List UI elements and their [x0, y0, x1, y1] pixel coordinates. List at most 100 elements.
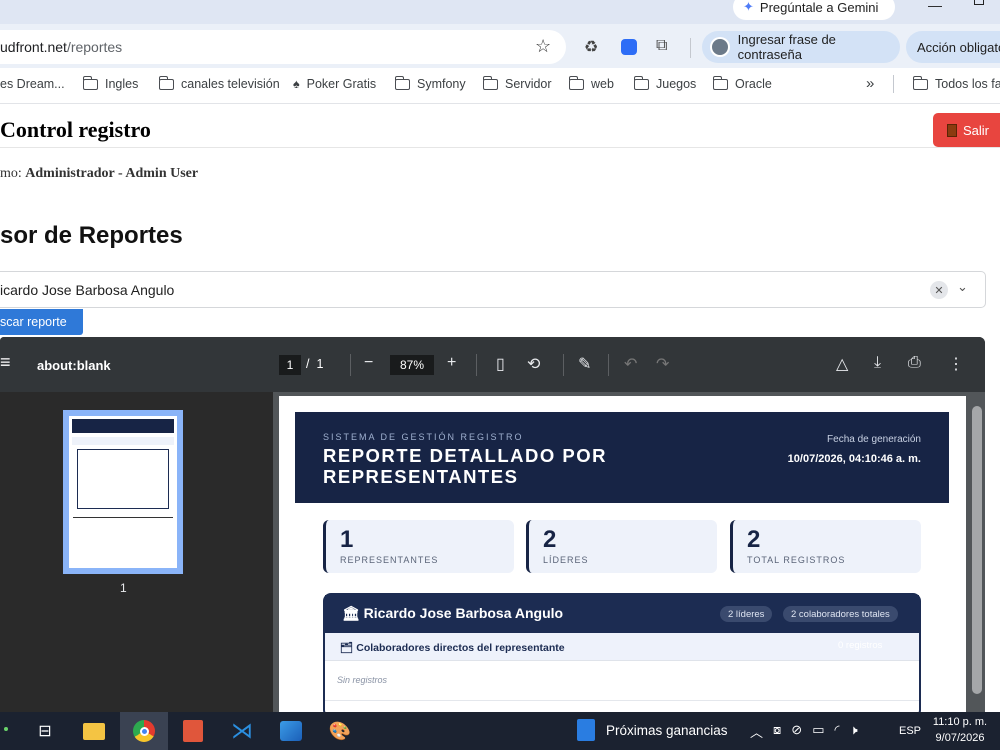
clock[interactable]: 11:10 p. m. 9/07/2026: [930, 714, 990, 746]
zoom-input[interactable]: 87%: [390, 355, 434, 375]
bookmark-folder[interactable]: Oracle: [712, 75, 772, 91]
print-icon[interactable]: ⎙: [908, 354, 921, 372]
news-icon[interactable]: [577, 719, 595, 741]
bookmark-item[interactable]: ♠ Poker Gratis: [293, 77, 376, 91]
card-title: 🏛 Ricardo Jose Barbosa Angulo: [342, 605, 563, 622]
folder-icon: [394, 75, 410, 90]
thumb-stats: [72, 437, 174, 445]
system-tray: ︿ ⧇ ⊘ ▭ ◜ 🕨: [750, 722, 858, 741]
folder-icon: [912, 75, 928, 90]
bookmark-folder[interactable]: Juegos: [633, 75, 696, 91]
more-icon[interactable]: ⋮: [948, 354, 964, 374]
toolbar-divider: [350, 354, 351, 376]
bookmark-star-icon[interactable]: ☆: [535, 36, 551, 57]
page-number-input[interactable]: 1: [279, 355, 301, 375]
select-value: icardo Jose Barbosa Angulo: [0, 282, 175, 298]
volume-icon[interactable]: 🕨: [850, 722, 858, 741]
folder-icon: [633, 75, 649, 90]
bookmark-folder[interactable]: Ingles: [82, 75, 139, 91]
rotate-icon[interactable]: ⟲: [527, 354, 540, 374]
action-label: Acción obligatoria: [917, 39, 1000, 55]
bank-icon: 🏛: [342, 605, 360, 621]
leaders-pill: 2 líderes: [720, 606, 773, 622]
mute-icon[interactable]: ⊘: [791, 722, 802, 741]
folder-icon: [158, 75, 174, 90]
bookmark-label: Oracle: [735, 77, 772, 91]
language-indicator[interactable]: ESP: [899, 725, 921, 737]
card-divider: [325, 700, 919, 701]
bookmark-item[interactable]: es Dream...: [0, 77, 65, 91]
page-title: Control registro: [0, 117, 151, 142]
scrollbar[interactable]: [972, 406, 982, 694]
wifi-icon[interactable]: ◜: [835, 722, 840, 741]
chrome-icon[interactable]: [129, 717, 159, 745]
restore-icon[interactable]: [974, 0, 984, 5]
annotate-icon[interactable]: ✎: [578, 354, 591, 374]
folder-icon: [482, 75, 498, 90]
bookmark-folder[interactable]: Symfony: [394, 75, 466, 91]
folder-icon: 🗂: [340, 642, 354, 654]
thumb-card: [77, 449, 169, 509]
gemini-label: Pregúntale a Gemini: [759, 0, 879, 15]
clear-icon[interactable]: ✕: [930, 281, 948, 299]
drive-icon[interactable]: △: [836, 354, 848, 374]
logout-button[interactable]: Salir: [933, 113, 1000, 147]
minimize-icon[interactable]: —: [928, 0, 942, 13]
chevron-up-icon[interactable]: ︿: [750, 722, 763, 741]
bookmark-label: Todos los favoritos: [935, 77, 1000, 91]
bookmark-folder[interactable]: canales televisión: [158, 75, 280, 91]
bookmark-label: Ingles: [105, 77, 139, 91]
office-icon[interactable]: [178, 717, 208, 745]
download-icon[interactable]: ⤓: [874, 354, 881, 372]
undo-icon[interactable]: ↶: [624, 354, 637, 374]
redo-icon[interactable]: ↷: [656, 354, 669, 374]
stat-value: 1: [340, 526, 354, 553]
bookmark-folder-all[interactable]: Todos los favoritos: [912, 75, 1000, 91]
logout-label: Salir: [963, 122, 990, 138]
user-info: mo: Administrador - Admin User: [0, 166, 198, 182]
thumb-header: [72, 419, 174, 433]
photos-icon[interactable]: [276, 717, 306, 745]
fit-page-icon[interactable]: ▯: [496, 354, 505, 374]
gemini-button[interactable]: ✦ Pregúntale a Gemini: [733, 0, 895, 20]
url-text[interactable]: udfront.net/reportes: [0, 39, 122, 55]
avatar: [710, 37, 730, 57]
recycle-extension-icon[interactable]: ♻: [584, 37, 598, 57]
thumbnail-page[interactable]: [69, 416, 177, 568]
file-explorer-icon[interactable]: [79, 717, 109, 745]
vscode-icon[interactable]: ⋊: [227, 717, 257, 745]
empty-message: Sin registros: [337, 675, 388, 685]
bookmark-label: Poker Gratis: [306, 77, 377, 91]
subheader-label: Colaboradores directos del representante: [356, 642, 565, 654]
menu-icon[interactable]: ≡: [0, 352, 11, 373]
action-required-button[interactable]: Acción obligatoria: [906, 31, 1000, 63]
extensions-puzzle-icon[interactable]: ⧉: [656, 37, 667, 55]
user-prefix: mo:: [0, 166, 22, 181]
bookmark-folder[interactable]: web: [568, 75, 614, 91]
task-view-icon[interactable]: ⊟: [30, 717, 60, 745]
paint-icon[interactable]: 🎨: [325, 717, 355, 745]
zoom-in-icon[interactable]: +: [447, 354, 456, 372]
clock-time: 11:10 p. m.: [932, 716, 988, 728]
chevron-down-icon[interactable]: ⌄: [957, 279, 968, 295]
news-widget[interactable]: Próximas ganancias: [606, 723, 728, 738]
folder-icon: [82, 75, 98, 90]
card-name: Ricardo Jose Barbosa Angulo: [363, 605, 564, 621]
battery-icon[interactable]: ▭: [812, 722, 824, 741]
toolbar-divider: [690, 38, 691, 58]
folder-icon: [712, 75, 728, 90]
stat-label: REPRESENTANTES: [340, 555, 439, 565]
report-kicker: SISTEMA DE GESTIÓN REGISTRO: [323, 432, 524, 442]
bookmark-label: es Dream...: [0, 77, 65, 91]
blue-extension-icon[interactable]: [621, 39, 637, 55]
passphrase-button[interactable]: Ingresar frase de contraseña: [702, 31, 900, 63]
more-bookmarks-icon[interactable]: »: [866, 75, 874, 92]
search-report-button[interactable]: scar reporte: [0, 309, 83, 335]
pdf-title: about:blank: [37, 358, 111, 373]
generated-label: Fecha de generación: [827, 434, 921, 445]
generated-value: 10/07/2026, 04:10:46 a. m.: [787, 453, 921, 465]
user-name: Administrador - Admin User: [25, 166, 199, 181]
meet-icon[interactable]: ⧇: [773, 722, 781, 741]
zoom-out-icon[interactable]: −: [364, 354, 373, 372]
bookmark-folder[interactable]: Servidor: [482, 75, 552, 91]
